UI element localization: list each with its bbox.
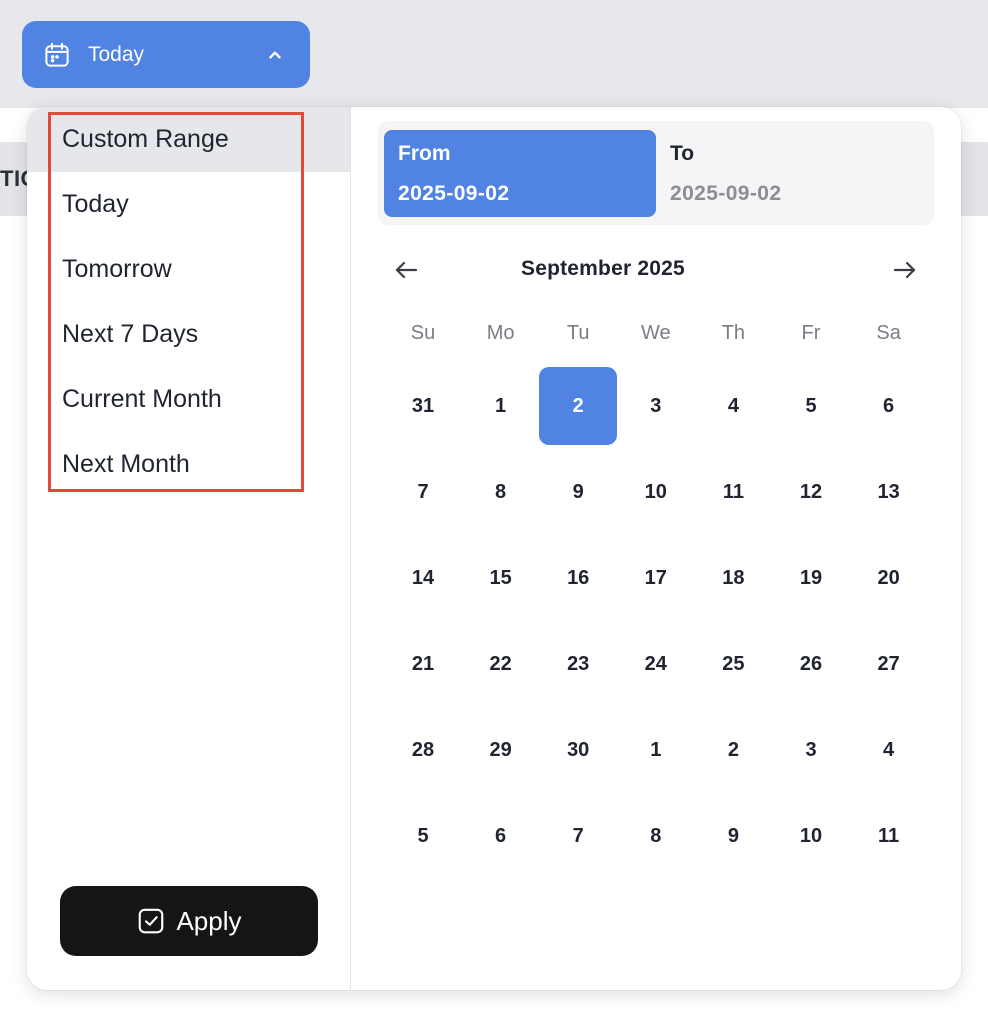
calendar-day[interactable]: 4 — [694, 367, 772, 445]
to-label: To — [670, 142, 695, 165]
apply-label: Apply — [176, 905, 242, 936]
calendar-day[interactable]: 3 — [772, 711, 850, 789]
arrow-right-icon[interactable] — [889, 257, 919, 283]
calendar-day[interactable]: 1 — [462, 367, 540, 445]
preset-tomorrow[interactable]: Tomorrow — [27, 237, 350, 302]
calendar-day[interactable]: 19 — [772, 539, 850, 617]
calendar-day[interactable]: 22 — [462, 625, 540, 703]
to-tab[interactable]: To 2025-09-02 — [656, 130, 928, 217]
preset-list: Custom Range Today Tomorrow Next 7 Days … — [27, 107, 351, 990]
to-date: 2025-09-02 — [670, 182, 782, 205]
calendar-day[interactable]: 18 — [694, 539, 772, 617]
calendar-day[interactable]: 29 — [462, 711, 540, 789]
check-square-icon — [139, 908, 164, 934]
calendar-day[interactable]: 17 — [617, 539, 695, 617]
calendar-day[interactable]: 15 — [462, 539, 540, 617]
calendar-day[interactable]: 6 — [850, 367, 928, 445]
preset-custom-range[interactable]: Custom Range — [27, 107, 350, 172]
range-selector: From 2025-09-02 To 2025-09-02 — [378, 121, 934, 225]
calendar-day[interactable]: 23 — [539, 625, 617, 703]
calendar-day[interactable]: 30 — [539, 711, 617, 789]
calendar-day[interactable]: 8 — [462, 453, 540, 531]
calendar-day[interactable]: 5 — [772, 367, 850, 445]
calendar-day[interactable]: 6 — [462, 797, 540, 875]
calendar-icon — [45, 42, 69, 67]
calendar-day[interactable]: 21 — [384, 625, 462, 703]
calendar-day[interactable]: 9 — [694, 797, 772, 875]
arrow-left-icon[interactable] — [392, 257, 422, 283]
calendar-day[interactable]: 28 — [384, 711, 462, 789]
calendar-day[interactable]: 13 — [850, 453, 928, 531]
weekday-header: We — [640, 322, 671, 344]
calendar-day[interactable]: 20 — [850, 539, 928, 617]
preset-current-month[interactable]: Current Month — [27, 367, 350, 432]
calendar-day[interactable]: 3 — [617, 367, 695, 445]
weekday-header: Sa — [876, 322, 901, 344]
weekday-header: Su — [410, 322, 436, 344]
calendar-day[interactable]: 12 — [772, 453, 850, 531]
from-date: 2025-09-02 — [398, 182, 510, 205]
calendar-day[interactable]: 2 — [539, 367, 618, 445]
calendar-day[interactable]: 26 — [772, 625, 850, 703]
calendar-day[interactable]: 5 — [384, 797, 462, 875]
calendar-day[interactable]: 7 — [384, 453, 462, 531]
calendar-day[interactable]: 2 — [694, 711, 772, 789]
chevron-up-icon — [269, 51, 281, 58]
calendar-day[interactable]: 24 — [617, 625, 695, 703]
calendar-day[interactable]: 11 — [694, 453, 772, 531]
month-title: September 2025 — [521, 257, 685, 280]
calendar-day[interactable]: 10 — [617, 453, 695, 531]
apply-button[interactable]: Apply — [60, 886, 318, 956]
from-tab[interactable]: From 2025-09-02 — [384, 130, 656, 217]
weekday-header: Mo — [486, 322, 515, 344]
calendar-day[interactable]: 27 — [850, 625, 928, 703]
calendar-day[interactable]: 16 — [539, 539, 617, 617]
weekday-header: Fr — [801, 322, 821, 344]
preset-next-month[interactable]: Next Month — [27, 432, 350, 497]
calendar-day[interactable]: 10 — [772, 797, 850, 875]
calendar-day[interactable]: 31 — [384, 367, 462, 445]
date-range-trigger[interactable]: Today — [22, 21, 310, 88]
weekday-header: Tu — [566, 322, 590, 344]
date-range-popover: Custom Range Today Tomorrow Next 7 Days … — [27, 107, 961, 990]
trigger-label: Today — [88, 42, 145, 66]
calendar-day[interactable]: 8 — [617, 797, 695, 875]
calendar-day[interactable]: 1 — [617, 711, 695, 789]
preset-today[interactable]: Today — [27, 172, 350, 237]
calendar-day[interactable]: 9 — [539, 453, 617, 531]
calendar-day[interactable]: 7 — [539, 797, 617, 875]
calendar-day[interactable]: 11 — [850, 797, 928, 875]
preset-next-7-days[interactable]: Next 7 Days — [27, 302, 350, 367]
weekday-header: Th — [721, 322, 746, 344]
from-label: From — [398, 142, 451, 165]
calendar-day[interactable]: 14 — [384, 539, 462, 617]
calendar-day[interactable]: 25 — [694, 625, 772, 703]
calendar-day[interactable]: 4 — [850, 711, 928, 789]
